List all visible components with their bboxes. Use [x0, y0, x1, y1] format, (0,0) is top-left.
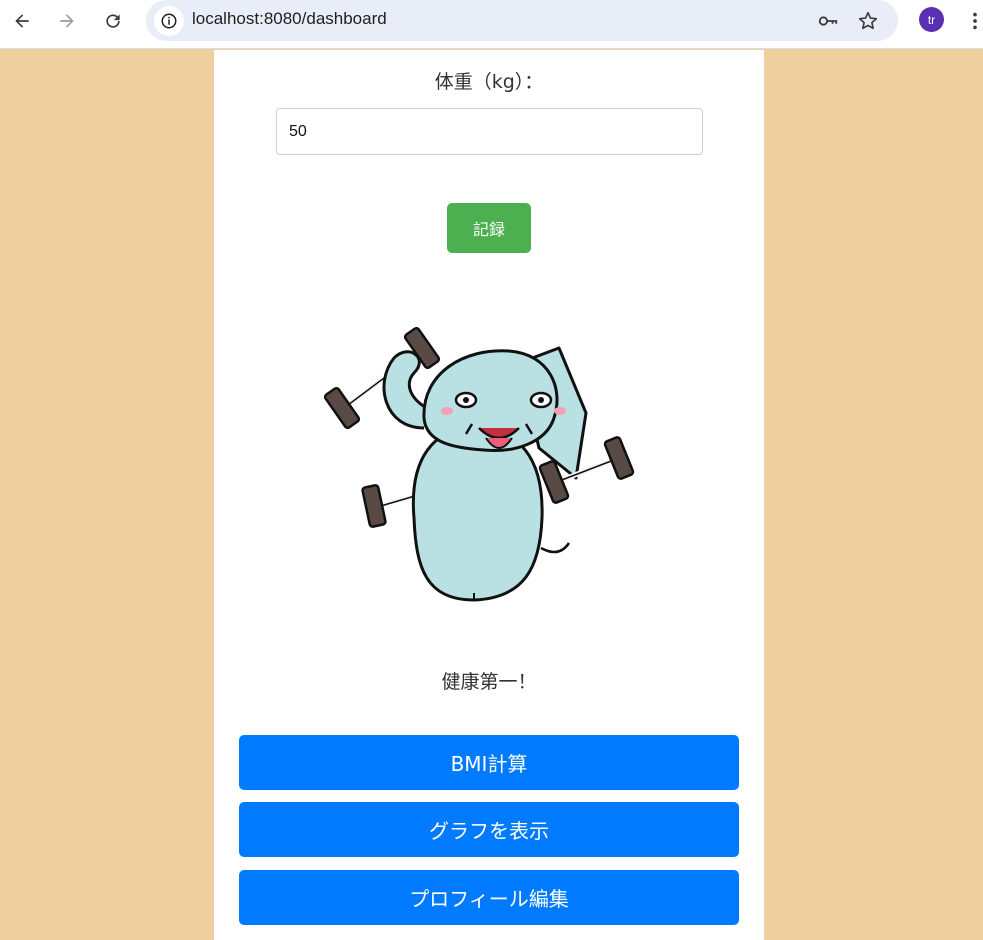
profile-avatar[interactable]: tr [919, 7, 944, 32]
key-icon [818, 16, 838, 26]
back-icon [15, 14, 29, 28]
edit-profile-button[interactable]: プロフィール編集 [239, 870, 739, 925]
password-key-button[interactable] [815, 8, 841, 34]
reload-icon [106, 14, 120, 28]
kebab-menu-icon [973, 12, 977, 30]
bmi-calc-button[interactable]: BMI計算 [239, 735, 739, 790]
back-button[interactable] [7, 6, 37, 36]
address-bar[interactable]: localhost:8080/dashboard [146, 0, 898, 41]
reload-button[interactable] [98, 6, 128, 36]
dashboard-card: 体重（kg）： 記録 [214, 50, 764, 940]
site-info-icon [161, 13, 177, 29]
elephant-illustration [323, 326, 635, 602]
forward-icon [60, 14, 74, 28]
forward-button[interactable] [52, 6, 82, 36]
browser-menu-button[interactable] [964, 8, 983, 34]
weight-input[interactable] [276, 108, 703, 155]
show-graph-button[interactable]: グラフを表示 [239, 802, 739, 857]
record-button[interactable]: 記録 [447, 203, 531, 253]
health-motto: 健康第一！ [441, 671, 537, 693]
bookmark-star-button[interactable] [855, 8, 881, 34]
weight-label: 体重（kg）： [434, 71, 544, 93]
site-info-button[interactable] [154, 6, 184, 36]
url-text[interactable]: localhost:8080/dashboard [192, 9, 387, 29]
star-icon [858, 11, 878, 30]
browser-toolbar: localhost:8080/dashboard tr [0, 0, 983, 49]
